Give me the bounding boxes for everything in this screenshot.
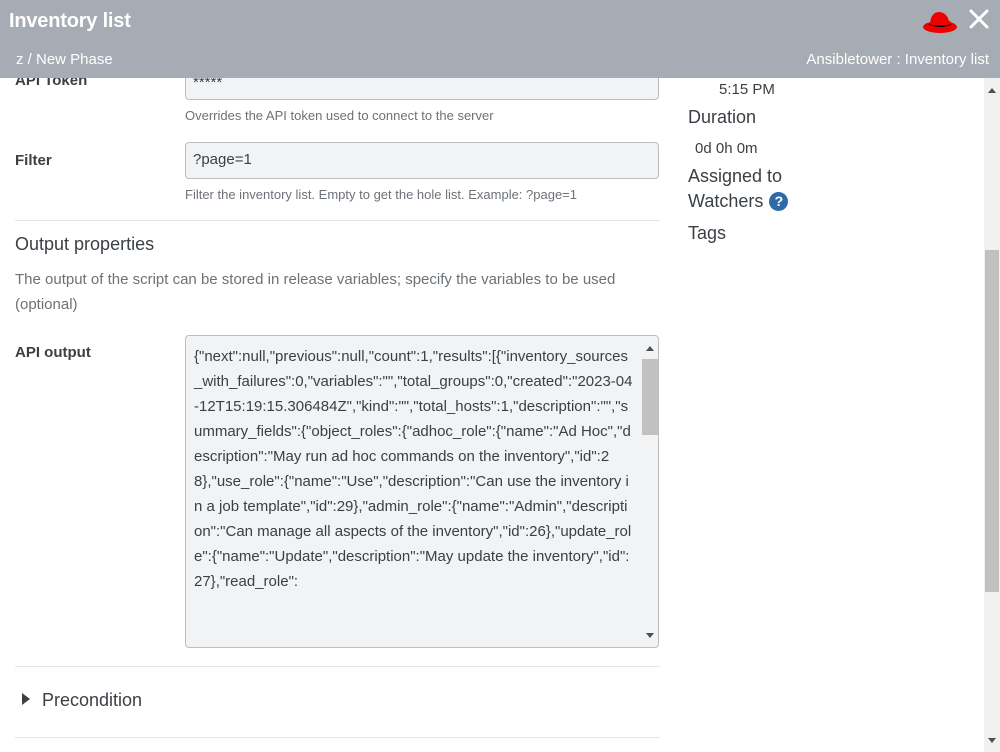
- caret-right-icon: [22, 693, 30, 705]
- output-properties-description: The output of the script can be stored i…: [15, 271, 616, 313]
- api-output-value: {"next":null,"previous":null,"count":1,"…: [194, 348, 633, 590]
- watchers-label: Watchers: [688, 191, 764, 211]
- page-scroll-thumb[interactable]: [985, 250, 999, 592]
- scroll-down-arrow-icon[interactable]: [646, 633, 654, 638]
- dialog-content: API Token ***** Overrides the API token …: [0, 78, 985, 752]
- redhat-hat-icon: [923, 12, 957, 33]
- inventory-list-dialog: API Token ***** Overrides the API token …: [0, 0, 1000, 752]
- divider: [15, 666, 660, 667]
- page-scrollbar[interactable]: [984, 78, 1000, 752]
- tags-label: Tags: [688, 223, 727, 243]
- scroll-up-arrow-icon[interactable]: [646, 346, 654, 351]
- page-scroll-up-icon[interactable]: [988, 88, 996, 93]
- api-output-textarea[interactable]: {"next":null,"previous":null,"count":1,"…: [185, 335, 659, 648]
- textarea-scroll-thumb[interactable]: [642, 359, 658, 435]
- dialog-title: Inventory list: [9, 10, 131, 32]
- duration-value: 0d 0h 0m: [695, 140, 758, 157]
- precondition-toggle[interactable]: Precondition: [22, 690, 142, 711]
- duration-label: Duration: [688, 107, 757, 127]
- breadcrumb: z / New Phase: [16, 51, 113, 68]
- api-token-help: Overrides the API token used to connect …: [185, 108, 494, 123]
- api-token-label: API Token: [15, 78, 88, 89]
- page-scroll-down-icon[interactable]: [988, 738, 996, 743]
- breadcrumb-right: Ansibletower : Inventory list: [806, 51, 989, 68]
- question-help-icon[interactable]: ?: [769, 192, 789, 211]
- api-output-label: API output: [15, 344, 91, 361]
- watchers-row: Watchers?: [688, 191, 789, 212]
- dialog-header: Inventory list z / New Phase Ansibletowe…: [0, 0, 1000, 78]
- filter-input[interactable]: ?page=1: [185, 142, 659, 179]
- textarea-scrollbar[interactable]: [640, 339, 658, 644]
- output-properties-title: Output properties: [15, 234, 155, 254]
- api-token-input[interactable]: *****: [185, 78, 659, 100]
- divider: [15, 737, 660, 738]
- close-icon[interactable]: [967, 7, 991, 31]
- divider: [15, 220, 660, 221]
- filter-help: Filter the inventory list. Empty to get …: [185, 187, 578, 202]
- assigned-to-label: Assigned to: [688, 166, 783, 186]
- time-value: 5:15 PM: [719, 81, 775, 98]
- precondition-label: Precondition: [42, 690, 143, 710]
- filter-label: Filter: [15, 152, 52, 169]
